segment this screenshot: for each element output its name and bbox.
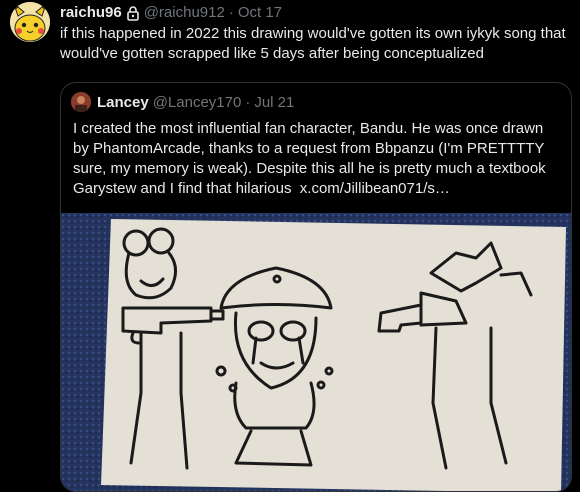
author-avatar[interactable] [10,2,50,42]
pikachu-avatar-icon [10,2,50,42]
header-separator: · [228,4,234,21]
quoted-separator: · [245,93,251,111]
tweet-header: raichu96 @raichu912 · Oct 17 [60,4,282,22]
author-name[interactable]: raichu96 [60,4,122,22]
quoted-link[interactable]: x.com/Jillibean071/s… [300,180,450,197]
quoted-author-avatar [71,92,91,112]
quoted-tweet-header: Lancey @Lancey170 · Jul 21 [71,92,294,112]
quoted-photo[interactable] [61,213,571,491]
drawing-photo-image [61,213,571,491]
quoted-date: Jul 21 [254,93,295,111]
quoted-author-name: Lancey [97,93,149,111]
tweet-text: if this happened in 2022 this drawing wo… [60,25,566,62]
tweet-date[interactable]: Oct 17 [238,4,282,22]
quoted-tweet-text: I created the most influential fan chara… [73,119,563,199]
lock-icon [126,5,140,21]
quoted-tweet[interactable]: Lancey @Lancey170 · Jul 21 I created the… [60,82,572,492]
author-handle[interactable]: @raichu912 [144,4,225,22]
quoted-author-handle: @Lancey170 [152,93,242,111]
user-avatar-icon [71,92,91,112]
